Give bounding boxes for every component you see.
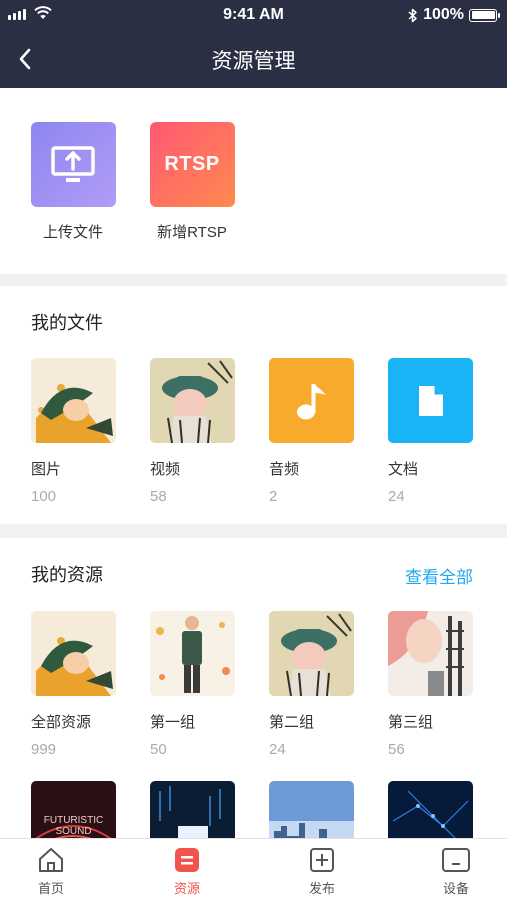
chip-thumbnail — [150, 781, 235, 838]
document-icon — [418, 385, 443, 416]
resource-group-2[interactable]: 第二组 24 — [269, 611, 359, 758]
group-2-count: 24 — [269, 741, 286, 758]
group-1-thumbnail — [150, 611, 235, 696]
my-files-section: 我的文件 图片 100 视频 58 音频 2 文档 24 — [0, 286, 507, 524]
file-category-documents[interactable]: 文档 24 — [388, 358, 478, 505]
file-category-images[interactable]: 图片 100 — [31, 358, 121, 505]
city-thumbnail — [269, 781, 354, 838]
images-count: 100 — [31, 488, 57, 505]
rtsp-tile: RTSP — [149, 122, 235, 207]
music-note-icon — [296, 383, 326, 419]
videos-label: 视频 — [150, 461, 181, 478]
view-all-link[interactable]: 查看全部 — [405, 563, 473, 588]
audio-label: 音频 — [269, 461, 300, 478]
resource-thumb-city[interactable] — [269, 781, 359, 838]
file-category-audio[interactable]: 音频 2 — [269, 358, 359, 505]
group-2-label: 第二组 — [269, 714, 315, 731]
tab-publish-label: 发布 — [308, 881, 335, 896]
my-resources-section: 我的资源 查看全部 全部资源 999 第一组 50 第二组 24 第三组 56 … — [0, 538, 507, 838]
quick-actions: 上传文件 RTSP 新增RTSP — [0, 88, 507, 274]
battery-percent: 100% — [423, 6, 464, 23]
tab-home-label: 首页 — [37, 881, 64, 896]
upload-file-action[interactable]: 上传文件 — [23, 122, 123, 242]
status-right: 100% — [408, 6, 500, 24]
tab-home[interactable]: 首页 — [11, 839, 91, 900]
tab-bar: 首页 资源 发布 设备 — [0, 838, 507, 900]
file-category-videos[interactable]: 视频 58 — [150, 358, 240, 505]
battery-icon — [469, 8, 500, 22]
group-1-count: 50 — [150, 741, 167, 758]
documents-thumbnail — [388, 358, 473, 443]
resource-group-3[interactable]: 第三组 56 — [388, 611, 478, 758]
sound-text: SOUND — [55, 826, 92, 837]
audio-count: 2 — [269, 488, 278, 505]
tab-devices[interactable]: 设备 — [416, 839, 496, 900]
documents-label: 文档 — [388, 461, 419, 478]
add-rtsp-action[interactable]: RTSP 新增RTSP — [142, 122, 242, 242]
images-label: 图片 — [31, 461, 62, 478]
tab-resources-label: 资源 — [173, 881, 200, 896]
group-2-thumbnail — [269, 611, 354, 696]
status-bar: 9:41 AM 100% — [0, 0, 507, 30]
videos-count: 58 — [150, 488, 167, 505]
group-1-label: 第一组 — [150, 714, 196, 731]
my-files-title: 我的文件 — [31, 313, 103, 333]
group-3-thumbnail — [388, 611, 473, 696]
audio-thumbnail — [269, 358, 354, 443]
all-resources-count: 999 — [31, 741, 57, 758]
tab-devices-label: 设备 — [442, 881, 469, 896]
resource-thumb-futuristic[interactable]: FUTURISTIC SOUND — [31, 781, 121, 838]
tab-publish[interactable]: 发布 — [282, 839, 362, 900]
upload-tile — [30, 122, 116, 207]
add-rtsp-label: 新增RTSP — [157, 224, 227, 241]
page-title: 资源管理 — [211, 50, 296, 73]
header: 9:41 AM 100% 资源管理 — [0, 0, 507, 88]
all-resources-thumbnail — [31, 611, 116, 696]
resource-thumb-network[interactable] — [388, 781, 478, 838]
videos-thumbnail — [150, 358, 235, 443]
bluetooth-icon — [408, 8, 417, 22]
resource-icon — [172, 845, 202, 875]
documents-count: 24 — [388, 488, 405, 505]
images-thumbnail — [31, 358, 116, 443]
nav-bar: 资源管理 — [0, 40, 507, 80]
tab-resources[interactable]: 资源 — [147, 839, 227, 900]
resource-group-all[interactable]: 全部资源 999 — [31, 611, 121, 758]
resource-group-1[interactable]: 第一组 50 — [150, 611, 240, 758]
rtsp-badge: RTSP — [164, 153, 220, 175]
group-3-count: 56 — [388, 741, 405, 758]
upload-monitor-icon — [51, 145, 95, 182]
publish-plus-icon — [307, 845, 337, 875]
group-3-label: 第三组 — [388, 714, 434, 731]
all-resources-label: 全部资源 — [31, 714, 92, 731]
upload-file-label: 上传文件 — [42, 224, 103, 241]
device-icon — [441, 845, 471, 875]
futuristic-thumbnail: FUTURISTIC SOUND — [31, 781, 116, 838]
network-thumbnail — [388, 781, 473, 838]
home-icon — [36, 845, 66, 875]
my-resources-title: 我的资源 — [31, 565, 103, 585]
resource-thumb-chip[interactable] — [150, 781, 240, 838]
futuristic-text: FUTURISTIC — [43, 815, 104, 826]
